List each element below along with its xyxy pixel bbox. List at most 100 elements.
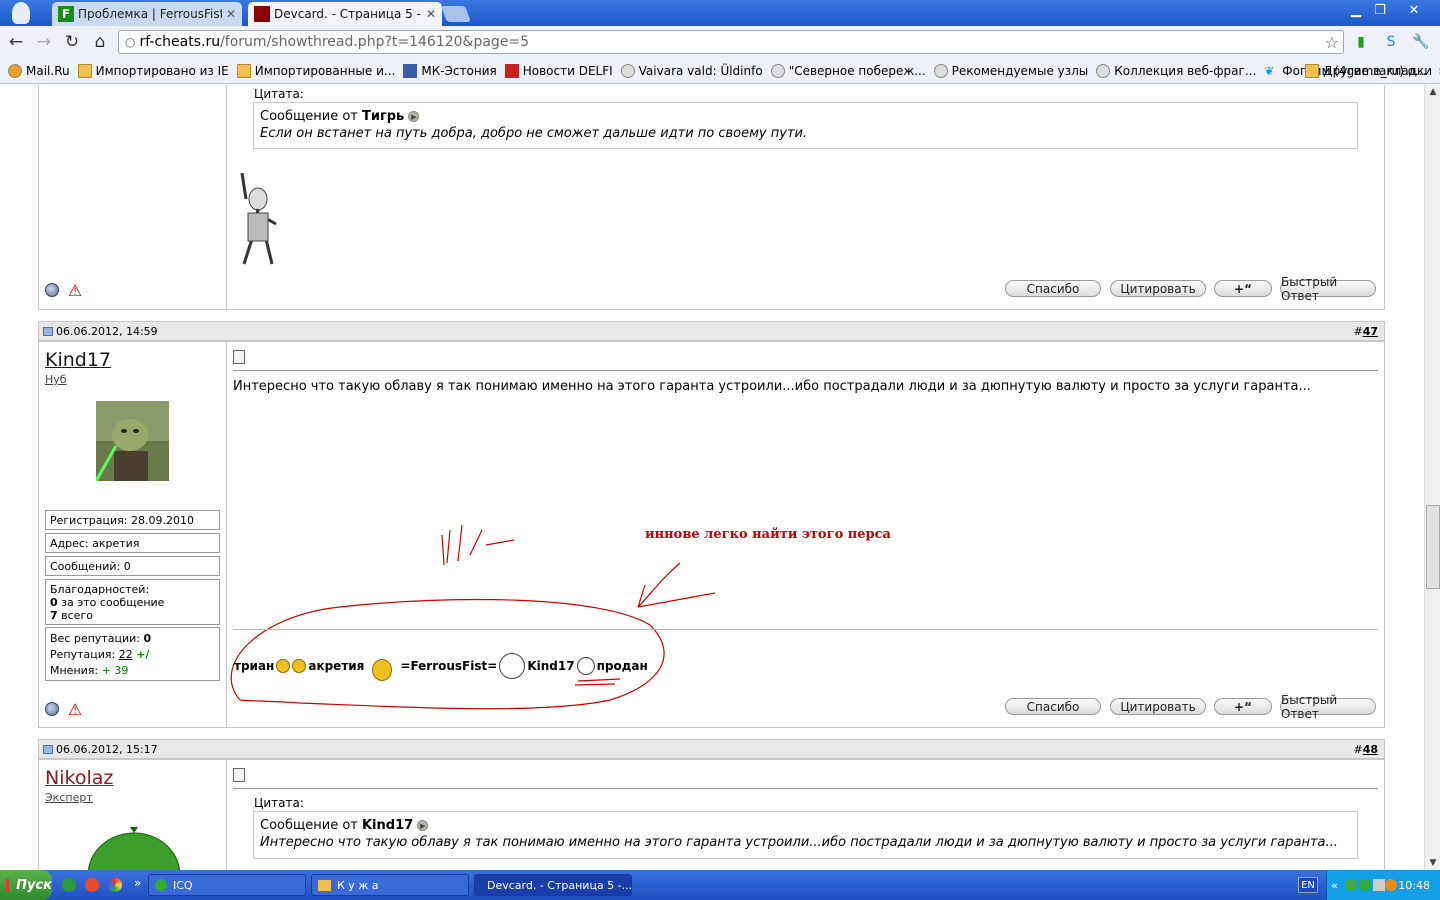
folder-icon (318, 879, 331, 891)
thanks-button[interactable]: Спасибо (1005, 698, 1101, 715)
forward-icon[interactable]: → (30, 28, 58, 56)
folder-icon (1305, 63, 1320, 78)
tray-icon[interactable] (1359, 879, 1371, 891)
tab-label: Devcard. - Страница 5 - RF-C (274, 7, 422, 21)
username-nikolaz[interactable]: Nikolaz (45, 767, 113, 789)
post-status-icon (43, 744, 53, 754)
start-button[interactable]: Пуск (0, 870, 52, 900)
page-icon (933, 63, 948, 78)
url-host: rf-cheats.ru (139, 34, 221, 50)
bookmark-webslices[interactable]: Коллекция веб-фраг... (1096, 63, 1256, 78)
close-window-icon[interactable]: ✕ (1392, 0, 1436, 20)
multiquote-button[interactable]: +“ (1214, 698, 1272, 715)
face-icon (576, 657, 595, 675)
close-tab-icon[interactable]: ✕ (426, 7, 436, 21)
taskbar-item-icq[interactable]: ICQ (148, 874, 306, 896)
folder-icon (236, 63, 251, 78)
quote-label: Цитата: (254, 796, 304, 810)
close-tab-icon[interactable]: ✕ (226, 7, 236, 21)
tab-ferrousfist[interactable]: F Проблемка | FerrousFist ✕ (52, 2, 242, 26)
signal-extension-icon[interactable]: ▮ (1351, 32, 1371, 52)
page-icon (620, 63, 635, 78)
bookmark-imported[interactable]: Импортированные и... (236, 63, 395, 78)
cool-smiley-icon (372, 659, 393, 681)
quicklaunch-icon[interactable] (62, 878, 76, 892)
bookmarks-bar: Mail.Ru Импортировано из IE Импортирован… (0, 58, 1440, 84)
scrollbar-thumb[interactable] (1426, 505, 1440, 589)
system-tray: « 10:48 (1326, 870, 1440, 900)
network-icon[interactable] (1373, 879, 1385, 891)
language-indicator[interactable]: EN (1298, 877, 1318, 893)
ferrousfist-favicon-icon: F (58, 6, 74, 22)
twitter-icon: ❦ (1264, 63, 1275, 78)
reload-icon[interactable]: ↻ (58, 28, 86, 56)
post-date: 06.06.2012, 15:17 (56, 742, 158, 756)
tab-devcard[interactable]: Devcard. - Страница 5 - RF-C ✕ (248, 2, 442, 26)
scroll-down-icon[interactable]: ▼ (1425, 856, 1440, 870)
rage-face-icon (499, 653, 526, 679)
bookmark-mailru[interactable]: Mail.Ru (8, 63, 70, 78)
tray-icon[interactable] (1345, 879, 1357, 891)
report-post-icon[interactable]: ⚠ (66, 700, 84, 719)
page-info-icon[interactable]: ○ (125, 35, 135, 49)
bookmark-imported-ie[interactable]: Импортировано из IE (77, 63, 229, 78)
home-icon[interactable]: ⌂ (86, 28, 114, 56)
signature: триан акретия =FerrousFist= Kind17 прода… (234, 651, 648, 681)
wrench-icon[interactable]: 🔧 (1411, 32, 1431, 52)
post-icon (233, 768, 245, 782)
quicklaunch-more-button[interactable]: » (134, 876, 141, 890)
back-icon[interactable]: ← (2, 28, 30, 56)
skype-extension-icon[interactable]: S (1381, 32, 1401, 52)
view-post-arrow-icon[interactable]: ▶ (417, 820, 429, 831)
profile-avatar-icon[interactable] (12, 2, 30, 24)
forum-page: Цитата: Сообщение от Тигрь ▶ Если он вст… (0, 85, 1424, 870)
post-title-separator (233, 788, 1378, 789)
tray-expand-button[interactable]: « (1331, 879, 1338, 892)
bookmark-mk-estonia[interactable]: МК-Эстония (403, 63, 497, 78)
laughing-smiley-icon (292, 659, 307, 673)
chrome-quicklaunch-icon[interactable] (108, 878, 122, 892)
user-online-status-icon (45, 702, 59, 716)
quote-author: Kind17 (361, 818, 414, 833)
folder-icon (77, 63, 92, 78)
bookmark-delfi[interactable]: Новости DELFI (504, 63, 613, 78)
taskbar-item-chrome[interactable]: Devcard. - Страница 5 -... (474, 874, 632, 896)
rf-cheats-favicon-icon (254, 6, 270, 22)
new-tab-button[interactable] (441, 6, 471, 22)
red-annotation-text: иннове легко найти этого перса (645, 527, 891, 542)
user-title[interactable]: Эксперт (45, 791, 93, 804)
mk-icon (403, 63, 418, 78)
icq-icon (155, 879, 167, 891)
smiley-icon (276, 659, 291, 673)
tab-label: Проблемка | FerrousFist (78, 7, 222, 21)
mailru-icon (8, 63, 22, 78)
bookmark-vaivara[interactable]: Vaivara vald: Üldinfo (620, 63, 763, 78)
url-path: /forum/showthread.php?t=146120&page=5 (220, 34, 530, 50)
quote-box: Сообщение от Kind17 ▶ Интересно что таку… (253, 811, 1358, 859)
quick-reply-button[interactable]: Быстрый Ответ (1280, 693, 1376, 721)
other-bookmarks[interactable]: Другие закладки (1305, 63, 1432, 78)
avatar[interactable] (86, 827, 182, 870)
bookmark-severnoe[interactable]: "Северное побереж... (770, 63, 926, 78)
clock[interactable]: 10:48 (1398, 879, 1430, 892)
page-icon (770, 63, 785, 78)
windows-logo-icon (6, 879, 13, 891)
page-icon (1096, 63, 1111, 78)
windows-taskbar: Пуск » ICQ К у ж а Devcard. - Страница 5… (0, 870, 1440, 900)
maximize-icon[interactable]: ❐ (1368, 0, 1392, 20)
address-bar[interactable]: ○ rf-cheats.ru/forum/showthread.php?t=14… (118, 30, 1344, 54)
minimize-icon[interactable]: ▁ (1344, 0, 1368, 20)
scroll-up-icon[interactable]: ▲ (1425, 85, 1440, 99)
quote-button[interactable]: Цитировать (1110, 698, 1206, 715)
bookmark-star-icon[interactable]: ☆ (1325, 33, 1339, 52)
post-number[interactable]: #48 (1353, 743, 1378, 756)
post-48-header: 06.06.2012, 15:17 #48 (38, 739, 1385, 759)
tray-icon[interactable] (1385, 879, 1397, 891)
page-scrollbar[interactable]: ▲ ▼ (1424, 85, 1440, 870)
title-bar: F Проблемка | FerrousFist ✕ Devcard. - С… (0, 0, 1440, 26)
quote-text: Интересно что такую облаву я так понимаю… (260, 835, 1338, 850)
quicklaunch-icon[interactable] (85, 878, 99, 892)
bookmark-recommended[interactable]: Рекомендуемые узлы (933, 63, 1088, 78)
delfi-icon (504, 63, 519, 78)
taskbar-item-folder[interactable]: К у ж а (311, 874, 469, 896)
